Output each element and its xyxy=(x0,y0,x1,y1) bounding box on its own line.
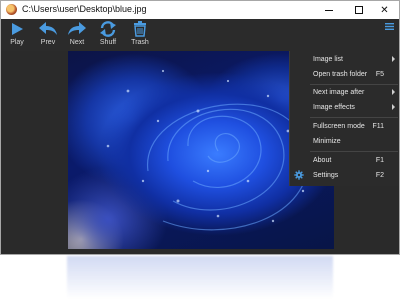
menu-item-label: Image effects xyxy=(313,103,355,111)
next-arrow-icon xyxy=(67,20,87,38)
menu-item-label: Settings xyxy=(313,171,339,179)
window-reflection xyxy=(67,256,333,299)
menu-item-label: Fullscreen mode xyxy=(313,122,365,130)
shuffle-label: Shuff xyxy=(99,39,117,46)
hamburger-icon xyxy=(384,17,394,35)
play-button[interactable]: Play xyxy=(6,20,28,51)
play-icon xyxy=(7,20,27,38)
next-label: Next xyxy=(69,39,85,46)
prev-label: Prev xyxy=(40,39,56,46)
menu-item-label: About xyxy=(313,156,332,164)
window-title: C:\Users\user\Desktop\blue.jpg xyxy=(22,4,147,14)
app-window: C:\Users\user\Desktop\blue.jpg ✕ Play Pr… xyxy=(0,0,400,255)
minimize-icon xyxy=(325,9,333,11)
play-label: Play xyxy=(10,39,24,46)
prev-arrow-icon xyxy=(38,20,58,38)
next-button[interactable]: Next xyxy=(65,20,89,51)
shuffle-button[interactable]: Shuff xyxy=(95,20,121,51)
menu-item-label: Next image after xyxy=(313,88,365,96)
maximize-icon xyxy=(355,6,363,14)
menu-item-shortcut: F11 xyxy=(372,122,384,130)
trash-button[interactable]: Trash xyxy=(127,20,153,51)
menu-item-shortcut: F1 xyxy=(375,156,384,164)
menu-item-settings[interactable]: Settings F2 xyxy=(290,168,399,182)
prev-button[interactable]: Prev xyxy=(36,20,60,51)
app-icon xyxy=(6,4,17,15)
minimize-button[interactable] xyxy=(314,1,344,19)
menu-item-next-image-after[interactable]: Next image after xyxy=(290,85,399,99)
menu-separator xyxy=(310,151,398,152)
menu-separator xyxy=(310,117,398,118)
toolbar: Play Prev Next Shuff Trash xyxy=(1,19,399,51)
trash-icon xyxy=(130,20,150,38)
menu-item-image-effects[interactable]: Image effects xyxy=(290,100,399,114)
submenu-arrow-icon xyxy=(392,104,395,110)
title-bar[interactable]: C:\Users\user\Desktop\blue.jpg ✕ xyxy=(1,1,399,19)
menu-item-image-list[interactable]: Image list xyxy=(290,52,399,66)
menu-item-shortcut: F2 xyxy=(375,171,384,179)
menu-button[interactable] xyxy=(380,19,398,33)
menu-item-fullscreen-mode[interactable]: Fullscreen mode F11 xyxy=(290,119,399,133)
menu-item-label: Minimize xyxy=(313,137,341,145)
context-menu: Image list Open trash folder F5 Next ima… xyxy=(289,51,399,186)
menu-item-shortcut: F5 xyxy=(375,70,384,78)
menu-item-minimize[interactable]: Minimize xyxy=(290,134,399,148)
trash-label: Trash xyxy=(131,39,149,46)
submenu-arrow-icon xyxy=(392,89,395,95)
menu-item-about[interactable]: About F1 xyxy=(290,153,399,167)
menu-item-label: Image list xyxy=(313,55,343,63)
menu-item-label: Open trash folder xyxy=(313,70,368,78)
submenu-arrow-icon xyxy=(392,56,395,62)
gear-icon xyxy=(294,170,304,180)
close-icon: ✕ xyxy=(380,4,389,16)
shuffle-icon xyxy=(98,20,118,38)
menu-item-open-trash-folder[interactable]: Open trash folder F5 xyxy=(290,67,399,81)
